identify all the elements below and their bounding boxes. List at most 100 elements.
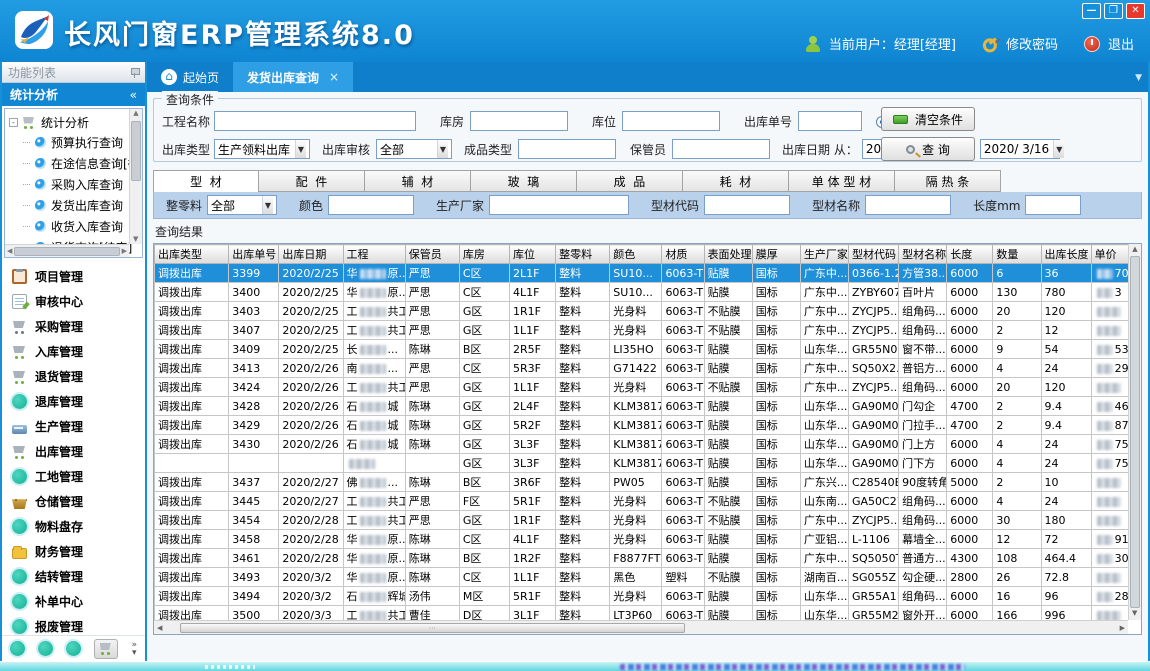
material-tab[interactable]: 单 体 型 材 [789,170,895,192]
sidebar-item-报废管理[interactable]: 报废管理 [2,614,145,635]
change-password-link[interactable]: 修改密码 [1006,34,1058,53]
column-header[interactable]: 型材名称 [899,245,947,264]
tree-item[interactable]: 收货入库查询 [23,216,140,237]
tree-horizontal-scrollbar[interactable]: ◀▶ [5,244,129,257]
sidebar-item-入库管理[interactable]: 入库管理 [2,339,145,364]
table-row[interactable]: 调拨出库34372020/2/27佛...陈琳B区3R6F整料PW056063-… [155,473,1129,492]
sidebar-item-退货管理[interactable]: 退货管理 [2,364,145,389]
filter-input[interactable] [328,195,414,215]
sidebar-item-补单中心[interactable]: 补单中心 [2,589,145,614]
sidebar-item-采购管理[interactable]: 采购管理 [2,314,145,339]
pin-icon[interactable] [130,67,139,78]
tree-item[interactable]: 采购入库查询 [23,174,140,195]
table-row[interactable]: 调拨出库34292020/2/26石城陈琳G区5R2F整料KLM38176063… [155,416,1129,435]
material-tab[interactable]: 辅 材 [365,170,471,192]
collapsed-cart-button[interactable] [94,639,118,659]
tab-home[interactable]: ⌂ 起始页 [147,62,233,92]
column-header[interactable]: 整零料 [556,245,610,264]
material-tab[interactable]: 成 品 [577,170,683,192]
collapsed-item-icon[interactable] [38,641,53,656]
warehouse-input[interactable] [470,111,568,131]
sidebar-item-仓储管理[interactable]: 仓储管理 [2,489,145,514]
sidebar-item-出库管理[interactable]: 出库管理 [2,439,145,464]
sidebar-item-退库管理[interactable]: 退库管理 [2,389,145,414]
material-tab[interactable]: 型 材 [153,170,259,193]
tree-item[interactable]: 发货出库查询 [23,195,140,216]
collapsed-item-icon[interactable] [66,641,81,656]
column-header[interactable]: 膜厚 [752,245,800,264]
filter-input[interactable] [865,195,951,215]
table-row[interactable]: G区3L3F整料KLM38176063-T5贴膜国标山东华...GA90M09.… [155,454,1129,473]
maximize-button[interactable]: ❐ [1104,3,1123,19]
column-header[interactable]: 长度 [947,245,993,264]
outbound-type-select[interactable]: 生产领料出库▼ [214,139,310,159]
table-row[interactable]: 调拨出库34032020/2/25工共工程严思G区1R1F整料光身料6063-T… [155,302,1129,321]
keeper-input[interactable] [672,139,770,159]
table-row[interactable]: 调拨出库34542020/2/28工共工程严思G区1R1F整料光身料6063-T… [155,511,1129,530]
sidebar-item-财务管理[interactable]: 财务管理 [2,539,145,564]
table-row[interactable]: 调拨出库34582020/2/28华原...陈琳C区4L1F整料光身料6063-… [155,530,1129,549]
table-row[interactable]: 调拨出库34132020/2/26南...严思C区5R3F整料G71422606… [155,359,1129,378]
date-to-picker[interactable]: 2020/ 3/16▼ [980,139,1060,159]
column-header[interactable]: 出库日期 [279,245,343,264]
sidebar-item-物料盘存[interactable]: 物料盘存 [2,514,145,539]
material-tab[interactable]: 配 件 [259,170,365,192]
column-header[interactable]: 数量 [993,245,1041,264]
tab-shipment-query[interactable]: 发货出库查询 × [233,62,353,92]
table-row[interactable]: 调拨出库34242020/2/26工共工程严思G区1L1F整料光身料6063-T… [155,378,1129,397]
tab-close-icon[interactable]: × [329,70,339,84]
column-header[interactable]: 出库单号 [229,245,279,264]
column-header[interactable]: 库位 [510,245,556,264]
column-header[interactable]: 库房 [459,245,509,264]
column-header[interactable]: 颜色 [610,245,662,264]
grid-vertical-scrollbar[interactable]: ▲▼ [1128,244,1141,620]
column-header[interactable]: 单价 [1091,245,1128,264]
project-name-input[interactable] [214,111,416,131]
collapsed-item-icon[interactable] [10,641,25,656]
table-row[interactable]: 调拨出库34092020/2/25长...陈琳B区2R5F整料LI35HO606… [155,340,1129,359]
table-row[interactable]: 调拨出库34612020/2/28华原...陈琳B区1R2F整料F8877FT6… [155,549,1129,568]
tree-item[interactable]: 预算执行查询 [23,132,140,153]
location-input[interactable] [622,111,720,131]
table-row[interactable]: 调拨出库34002020/2/25华原...严思C区4L1F整料SU10...6… [155,283,1129,302]
sidebar-item-项目管理[interactable]: 项目管理 [2,264,145,289]
tree-root-node[interactable]: - 统计分析 [9,112,140,132]
column-header[interactable]: 工程 [343,245,405,264]
sidebar-item-工地管理[interactable]: 工地管理 [2,464,145,489]
tab-overflow-icon[interactable]: ▼ [1135,73,1142,83]
table-row[interactable]: 调拨出库35002020/3/3工共工程曹佳D区3L1F整料LT3P606063… [155,606,1129,621]
product-type-input[interactable] [518,139,616,159]
column-header[interactable]: 材质 [662,245,704,264]
material-tab[interactable]: 耗 材 [683,170,789,192]
tree-item[interactable]: 在途信息查询[待 [23,153,140,174]
overflow-chevron-icon[interactable]: »▾ [131,641,137,657]
column-header[interactable]: 表面处理 [704,245,752,264]
search-button[interactable]: 查 询 [881,137,975,161]
table-row[interactable]: 调拨出库34942020/3/2石辉城汤伟M区5R1F整料光身料6063-T5贴… [155,587,1129,606]
column-header[interactable]: 型材代码 [848,245,898,264]
filter-input[interactable] [1025,195,1081,215]
table-row[interactable]: 调拨出库34932020/3/2华原...陈琳C区1L1F整料黑色塑料不贴膜国标… [155,568,1129,587]
collapse-icon[interactable]: « [130,88,137,102]
order-no-input[interactable] [798,111,862,131]
minimize-button[interactable]: — [1082,3,1101,19]
table-row[interactable]: 调拨出库34302020/2/26石城陈琳G区3L3F整料KLM38176063… [155,435,1129,454]
column-header[interactable]: 出库长度 [1041,245,1091,264]
table-row[interactable]: 调拨出库34452020/2/27工共工程严思F区5R1F整料光身料6063-T… [155,492,1129,511]
column-header[interactable]: 出库类型 [155,245,229,264]
table-row[interactable]: 调拨出库34072020/2/25工共工程严思G区1L1F整料光身料6063-T… [155,321,1129,340]
sidebar-item-审核中心[interactable]: 审核中心 [2,289,145,314]
column-header[interactable]: 生产厂家 [800,245,848,264]
close-button[interactable]: ✕ [1126,3,1145,19]
filter-select[interactable]: 全部▼ [207,195,277,215]
material-tab[interactable]: 隔 热 条 [895,170,1001,192]
filter-input[interactable] [489,195,629,215]
logout-link[interactable]: 退出 [1108,34,1134,53]
tree-expander-icon[interactable]: - [9,118,18,127]
filter-input[interactable] [704,195,790,215]
table-row[interactable]: 调拨出库34282020/2/26石城陈琳G区2L4F整料KLM38176063… [155,397,1129,416]
sidebar-section-header[interactable]: 统计分析 « [2,83,145,106]
tree-vertical-scrollbar[interactable]: ▲▼ [129,109,142,244]
material-tab[interactable]: 玻 璃 [471,170,577,192]
audit-select[interactable]: 全部▼ [376,139,452,159]
